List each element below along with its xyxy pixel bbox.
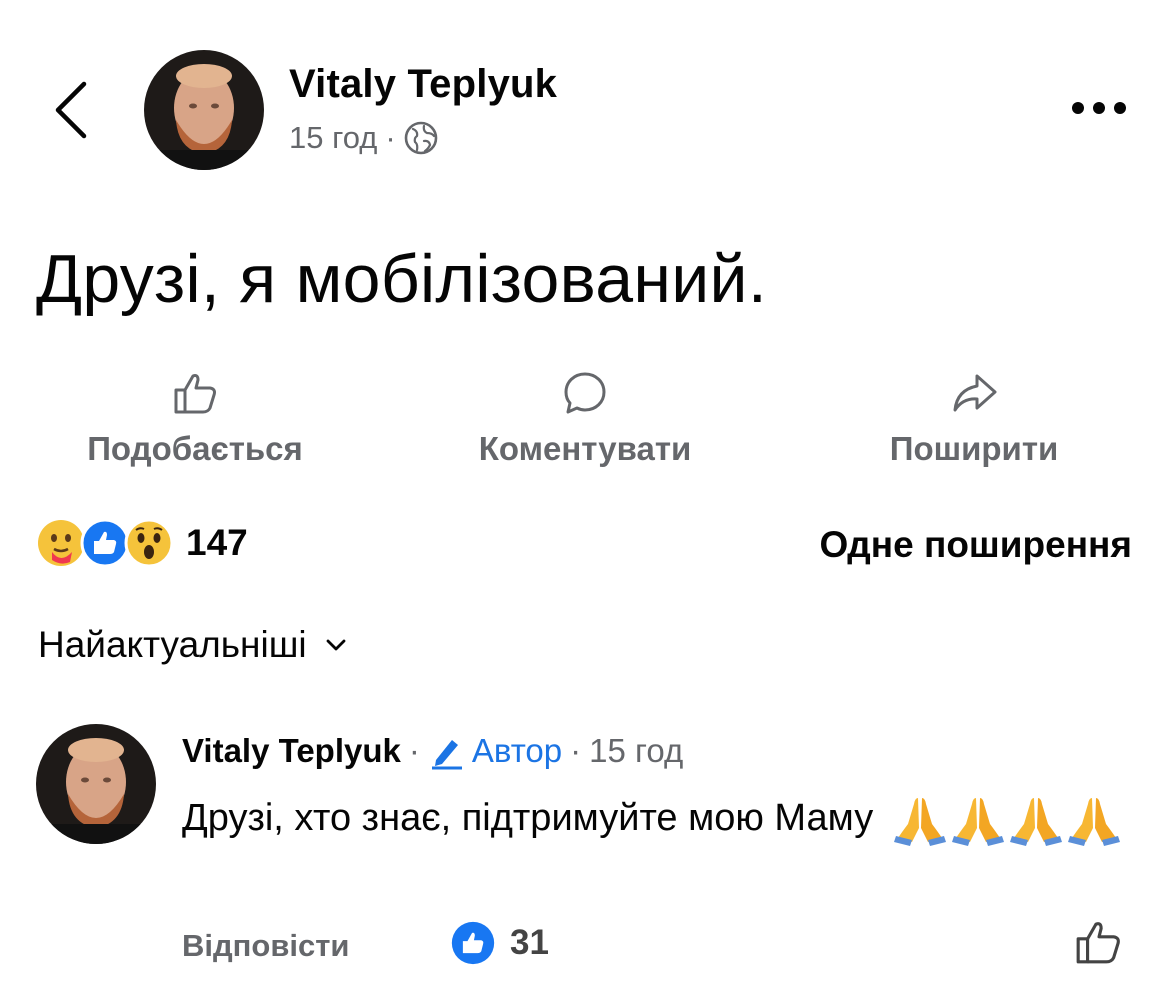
globe-icon [404,121,438,155]
comment-button[interactable]: Коментувати [452,370,718,468]
reaction-count: 147 [186,522,248,563]
folded-hands-icon [951,797,1004,846]
post-time[interactable]: 15 год [289,120,377,156]
reactions-summary[interactable]: 147 [36,518,248,568]
chevron-down-icon [326,639,345,651]
post-meta: 15 год · [289,120,438,156]
comment-like-number: 31 [510,923,549,962]
comment-text-body: Друзі, хто знає, підтримуйте мою Маму [182,797,874,839]
share-arrow-icon [953,374,997,412]
comment-header: Vitaly Teplyuk · Автор · 15 год [182,732,683,770]
comment-time: 15 год [589,732,684,769]
more-dots-icon [1072,102,1126,114]
like-icon [451,921,495,965]
comment-text: Друзі, хто знає, підтримуйте мою Маму [182,790,1142,846]
share-label: Поширити [889,430,1059,467]
comment-author-name[interactable]: Vitaly Teplyuk [182,732,401,770]
like-icon [80,518,130,568]
author-avatar[interactable] [144,50,264,170]
post-text: Друзі, я мобілізований. [36,241,768,317]
comment-label: Коментувати [478,430,692,467]
thumbs-up-icon [174,374,216,414]
care-icon [38,520,84,566]
post-author-name[interactable]: Vitaly Teplyuk [289,62,557,107]
meta-separator: · [385,120,396,155]
author-badge: Автор [428,732,562,770]
reply-button[interactable]: Відповісти [182,928,350,964]
folded-hands-icon [893,797,946,846]
back-button[interactable] [52,80,92,140]
comment-separator: · [570,732,582,769]
comment-sort-dropdown[interactable]: Найактуальніші [38,624,347,666]
share-count[interactable]: Одне поширення [819,524,1132,566]
sort-label: Найактуальніші [38,624,307,665]
comment-author-avatar[interactable] [36,724,156,844]
more-options-button[interactable] [1070,98,1128,118]
author-badge-label: Автор [471,732,563,769]
share-button[interactable]: Поширити [868,370,1080,468]
like-button[interactable]: Подобається [64,370,326,468]
wow-icon [124,518,174,568]
folded-hands-icon [1067,797,1120,846]
like-label: Подобається [87,430,303,467]
comment-like-button[interactable] [1074,918,1122,966]
prayer-emojis [884,797,1120,846]
comment-separator: · [408,732,420,769]
comment-bubble-icon [564,372,606,414]
comment-like-count[interactable]: 31 [450,920,549,966]
folded-hands-icon [1009,797,1062,846]
pencil-icon [431,740,462,770]
thumbs-up-icon [1076,922,1120,964]
chevron-left-icon [55,81,87,139]
